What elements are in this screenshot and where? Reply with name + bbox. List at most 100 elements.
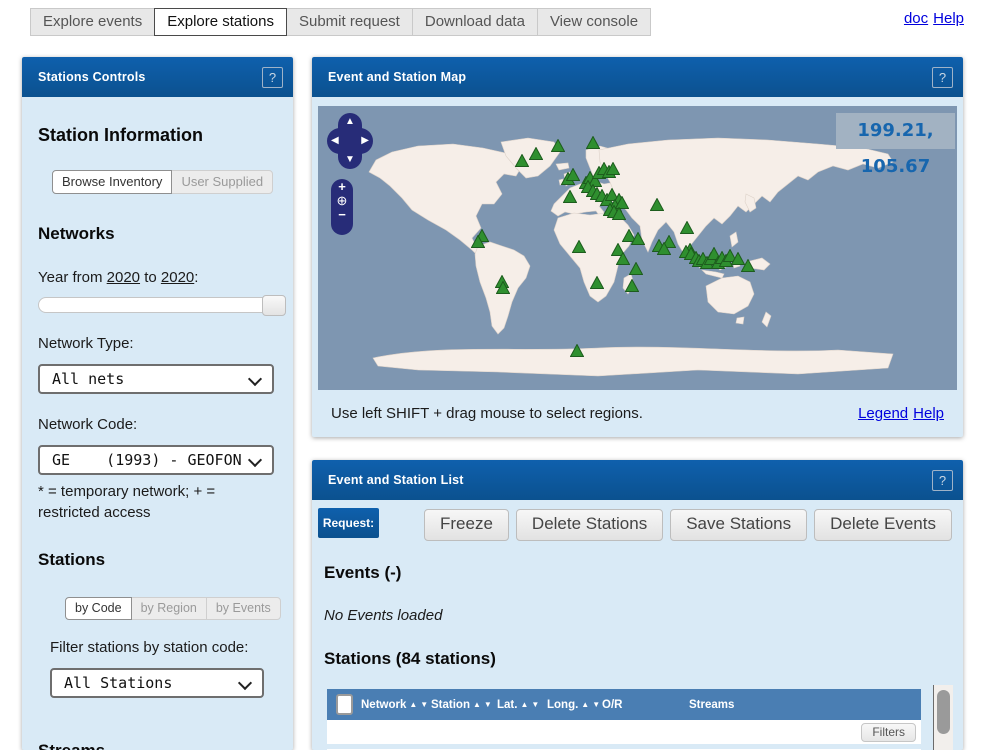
station-marker[interactable] xyxy=(515,154,529,167)
station-filter-label: Filter stations by station code: xyxy=(50,639,293,656)
tab-by-region[interactable]: by Region xyxy=(131,597,207,620)
world-map[interactable]: 199.21, 105.67 ▲ ▼ ◀ ▶ + ⊕ − xyxy=(318,106,957,390)
select-all-checkbox[interactable] xyxy=(336,694,353,715)
mouse-coordinates: 199.21, 105.67 xyxy=(836,113,955,149)
freeze-button[interactable]: Freeze xyxy=(424,509,509,541)
filters-row: Filters xyxy=(327,720,921,744)
station-marker[interactable] xyxy=(566,168,580,181)
delete-events-button[interactable]: Delete Events xyxy=(814,509,952,541)
map-pan-control[interactable]: ▲ ▼ ◀ ▶ xyxy=(327,113,373,169)
station-marker[interactable] xyxy=(741,259,755,272)
station-marker[interactable] xyxy=(629,262,643,275)
help-button[interactable]: ? xyxy=(262,67,283,88)
station-marker[interactable] xyxy=(606,162,620,175)
tab-browse-inventory[interactable]: Browse Inventory xyxy=(52,170,172,194)
pan-left-icon[interactable]: ◀ xyxy=(331,136,339,146)
zoom-out-icon[interactable]: − xyxy=(331,207,353,222)
sort-desc-icon[interactable]: ▼ xyxy=(531,701,539,709)
tab-by-events[interactable]: by Events xyxy=(206,597,281,620)
tab-submit-request[interactable]: Submit request xyxy=(286,8,413,36)
station-marker[interactable] xyxy=(496,281,510,294)
station-information-heading: Station Information xyxy=(38,125,293,146)
no-events-text: No Events loaded xyxy=(324,607,963,624)
help-button[interactable]: ? xyxy=(932,67,953,88)
network-code-select[interactable]: GE (1993) - GEOFON xyxy=(38,445,274,475)
panel-title: Stations Controls xyxy=(38,70,146,84)
year-prefix: Year from xyxy=(38,269,107,286)
year-from-link[interactable]: 2020 xyxy=(107,269,140,286)
station-marker[interactable] xyxy=(650,198,664,211)
column-network[interactable]: Network▲▼ xyxy=(361,699,431,711)
header-checkbox-cell xyxy=(327,694,361,715)
station-marker[interactable] xyxy=(586,136,600,149)
station-marker[interactable] xyxy=(625,279,639,292)
sort-asc-icon[interactable]: ▲ xyxy=(581,701,589,709)
station-marker[interactable] xyxy=(471,235,485,248)
tab-explore-events[interactable]: Explore events xyxy=(30,8,155,36)
station-filter-select[interactable]: All Stations xyxy=(50,668,264,698)
column-label: Lat. xyxy=(497,699,517,711)
slider-handle[interactable] xyxy=(262,295,286,316)
delete-stations-button[interactable]: Delete Stations xyxy=(516,509,663,541)
column-label: O/R xyxy=(602,699,622,711)
station-marker[interactable] xyxy=(590,276,604,289)
stations-heading: Stations xyxy=(38,550,293,570)
tab-explore-stations[interactable]: Explore stations xyxy=(154,8,287,36)
sort-desc-icon[interactable]: ▼ xyxy=(484,701,492,709)
column-station[interactable]: Station▲▼ xyxy=(431,699,497,711)
station-marker[interactable] xyxy=(563,190,577,203)
stations-list-heading: Stations (84 stations) xyxy=(324,649,963,669)
map-zoom-control[interactable]: + ⊕ − xyxy=(331,179,353,235)
map-help-link[interactable]: Help xyxy=(913,405,944,422)
station-marker[interactable] xyxy=(551,139,565,152)
help-link[interactable]: Help xyxy=(933,10,964,27)
station-marker[interactable] xyxy=(570,344,584,357)
tab-user-supplied[interactable]: User Supplied xyxy=(171,170,273,194)
station-marker[interactable] xyxy=(529,147,543,160)
save-stations-button[interactable]: Save Stations xyxy=(670,509,807,541)
map-hint-text: Use left SHIFT + drag mouse to select re… xyxy=(331,405,643,422)
request-tab[interactable]: Request: xyxy=(318,508,379,538)
map-body: 199.21, 105.67 ▲ ▼ ◀ ▶ + ⊕ − Use left SH… xyxy=(312,97,963,436)
year-suffix: : xyxy=(194,269,198,286)
help-button[interactable]: ? xyxy=(932,470,953,491)
sort-asc-icon[interactable]: ▲ xyxy=(409,701,417,709)
tab-view-console[interactable]: View console xyxy=(537,8,651,36)
pan-up-icon[interactable]: ▲ xyxy=(345,117,355,127)
column-lat-[interactable]: Lat.▲▼ xyxy=(497,699,547,711)
network-type-select[interactable]: All nets xyxy=(38,364,274,394)
zoom-world-icon[interactable]: ⊕ xyxy=(331,194,353,207)
sort-desc-icon[interactable]: ▼ xyxy=(420,701,428,709)
column-label: Network xyxy=(361,699,406,711)
sort-desc-icon[interactable]: ▼ xyxy=(592,701,600,709)
table-scrollbar[interactable] xyxy=(933,685,953,750)
year-to-link[interactable]: 2020 xyxy=(161,269,194,286)
legend-link[interactable]: Legend xyxy=(858,405,908,422)
station-marker[interactable] xyxy=(631,232,645,245)
column-label: Long. xyxy=(547,699,578,711)
station-marker[interactable] xyxy=(572,240,586,253)
station-marker[interactable] xyxy=(616,252,630,265)
panel-title: Event and Station List xyxy=(328,473,464,487)
tab-by-code[interactable]: by Code xyxy=(65,597,132,620)
filters-button[interactable]: Filters xyxy=(861,723,916,742)
sort-asc-icon[interactable]: ▲ xyxy=(473,701,481,709)
pan-down-icon[interactable]: ▼ xyxy=(345,155,355,165)
panel-header: Stations Controls ? xyxy=(22,57,293,97)
stations-table-header: Network▲▼Station▲▼Lat.▲▼Long.▲▼O/RStream… xyxy=(327,689,921,720)
pan-right-icon[interactable]: ▶ xyxy=(361,136,369,146)
zoom-in-icon[interactable]: + xyxy=(331,179,353,194)
year-range-label: Year from 2020 to 2020: xyxy=(38,269,293,286)
column-long-[interactable]: Long.▲▼ xyxy=(547,699,602,711)
event-station-list-panel: Event and Station List ? Request: Freeze… xyxy=(312,460,963,750)
network-code-label: Network Code: xyxy=(38,416,293,433)
column-label: Station xyxy=(431,699,470,711)
station-marker[interactable] xyxy=(612,207,626,220)
tab-download-data[interactable]: Download data xyxy=(412,8,538,36)
year-range-slider[interactable] xyxy=(38,297,285,313)
doc-link[interactable]: doc xyxy=(904,10,928,27)
station-marker[interactable] xyxy=(680,221,694,234)
scrollbar-thumb[interactable] xyxy=(937,690,950,734)
sort-asc-icon[interactable]: ▲ xyxy=(520,701,528,709)
station-marker[interactable] xyxy=(657,242,671,255)
